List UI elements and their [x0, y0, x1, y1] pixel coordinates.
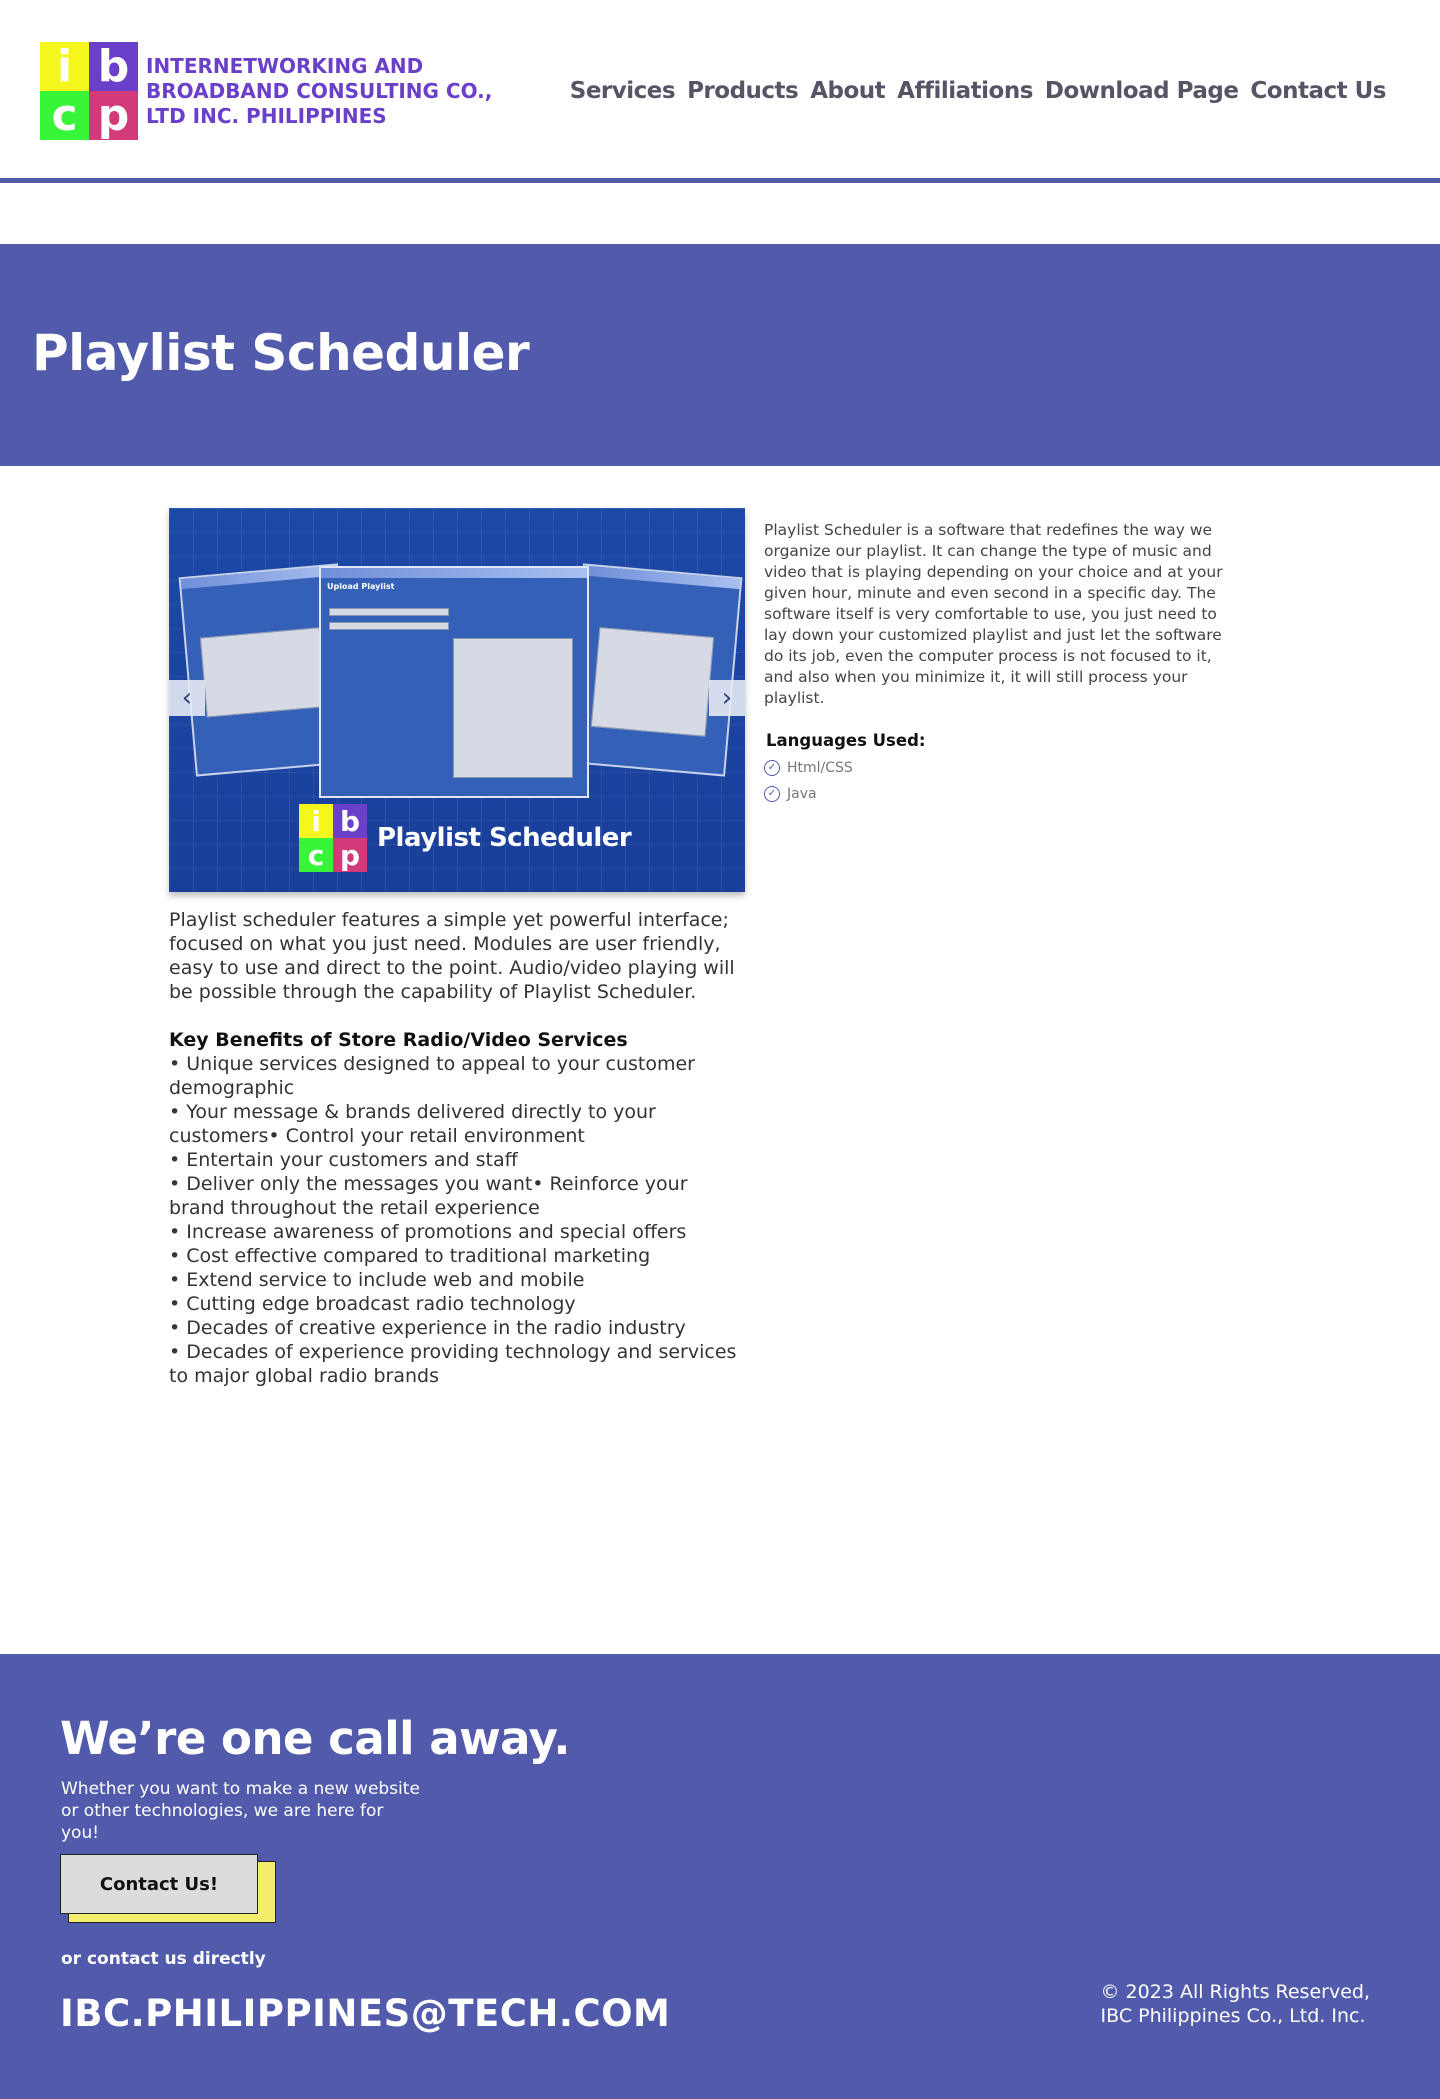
- footer-heading: We’re one call away.: [60, 1712, 570, 1765]
- product-description: Playlist scheduler features a simple yet…: [169, 908, 749, 1388]
- list-item: • Extend service to include web and mobi…: [169, 1269, 585, 1291]
- chevron-right-icon: ›: [721, 683, 733, 713]
- product-sidebar: Playlist Scheduler is a software that re…: [764, 520, 1224, 802]
- screenshot-window-right: [565, 563, 743, 777]
- logo-mark: i b c p: [40, 42, 138, 140]
- list-item: • Decades of experience providing techno…: [169, 1341, 737, 1387]
- logo-text-line: LTD INC. PHILIPPINES: [146, 103, 387, 128]
- site-footer: We’re one call away. Whether you want to…: [0, 1654, 1440, 2099]
- check-circle-icon: ✓: [764, 760, 780, 776]
- list-item: • Entertain your customers and staff: [169, 1149, 518, 1171]
- slide-logo: i b c p Playlist Scheduler: [299, 804, 632, 872]
- slide-logo-letter: c: [299, 838, 333, 872]
- chevron-left-icon: ‹: [181, 683, 193, 713]
- nav-products[interactable]: Products: [687, 78, 799, 104]
- check-circle-icon: ✓: [764, 786, 780, 802]
- language-label: Java: [787, 786, 817, 802]
- language-item: ✓ Html/CSS: [764, 760, 1224, 776]
- description-paragraph: Playlist scheduler features a simple yet…: [169, 909, 735, 1003]
- nav-services[interactable]: Services: [570, 78, 676, 104]
- slide-logo-letter: p: [333, 838, 367, 872]
- list-item: • Cutting edge broadcast radio technolog…: [169, 1293, 576, 1315]
- screenshot-window-center: Upload Playlist: [319, 566, 589, 798]
- copyright-line: © 2023 All Rights Reserved,: [1100, 1981, 1370, 2003]
- logo-letter-c: c: [40, 91, 89, 140]
- list-item: • Unique services designed to appeal to …: [169, 1053, 695, 1099]
- header-divider: [0, 178, 1440, 183]
- or-contact-directly: or contact us directly: [61, 1949, 266, 1969]
- logo-letter-p: p: [89, 91, 138, 140]
- languages-title: Languages Used:: [766, 731, 926, 750]
- page-hero-banner: Playlist Scheduler: [0, 244, 1440, 466]
- nav-affiliations[interactable]: Affiliations: [897, 78, 1033, 104]
- language-label: Html/CSS: [787, 760, 853, 776]
- key-benefits-title: Key Benefits of Store Radio/Video Servic…: [169, 1029, 628, 1051]
- slider-prev-button[interactable]: ‹: [169, 680, 205, 716]
- list-item: • Cost effective compared to traditional…: [169, 1245, 651, 1267]
- copyright: © 2023 All Rights Reserved, IBC Philippi…: [1101, 1980, 1370, 2028]
- window-title: Upload Playlist: [327, 582, 395, 591]
- key-benefits-list: • Unique services designed to appeal to …: [169, 1052, 749, 1388]
- footer-subtext: Whether you want to make a new website o…: [61, 1779, 420, 1843]
- product-intro: Playlist Scheduler is a software that re…: [764, 521, 1223, 707]
- page-title: Playlist Scheduler: [32, 324, 530, 382]
- list-item: • Deliver only the messages you want• Re…: [169, 1173, 688, 1219]
- slide-logo-letter: b: [333, 804, 367, 838]
- contact-email-link[interactable]: IBC.PHILIPPINES@TECH.COM: [60, 1992, 670, 2035]
- contact-us-button[interactable]: Contact Us!: [60, 1854, 258, 1914]
- nav-download-page[interactable]: Download Page: [1045, 78, 1239, 104]
- nav-about[interactable]: About: [810, 78, 885, 104]
- logo-text-line: INTERNETWORKING AND: [146, 53, 424, 78]
- main-nav: Services Products About Affiliations Dow…: [570, 78, 1387, 104]
- product-image-slider[interactable]: Upload Playlist i b c p Playlist Schedul…: [169, 508, 745, 892]
- logo-letter-b: b: [89, 42, 138, 91]
- slide-logo-mark: i b c p: [299, 804, 367, 872]
- list-item: • Increase awareness of promotions and s…: [169, 1221, 687, 1243]
- logo-company-name: INTERNETWORKING AND BROADBAND CONSULTING…: [146, 54, 492, 129]
- copyright-line: IBC Philippines Co., Ltd. Inc.: [1100, 2005, 1366, 2027]
- site-header: i b c p INTERNETWORKING AND BROADBAND CO…: [0, 0, 1440, 183]
- company-logo[interactable]: i b c p INTERNETWORKING AND BROADBAND CO…: [40, 42, 492, 140]
- language-item: ✓ Java: [764, 786, 1224, 802]
- list-item: • Decades of creative experience in the …: [169, 1317, 686, 1339]
- logo-letter-i: i: [40, 42, 89, 91]
- slide-logo-letter: i: [299, 804, 333, 838]
- slider-next-button[interactable]: ›: [709, 680, 745, 716]
- list-item: • Your message & brands delivered direct…: [169, 1101, 656, 1147]
- nav-contact-us[interactable]: Contact Us: [1250, 78, 1386, 104]
- logo-text-line: BROADBAND CONSULTING CO.,: [146, 78, 493, 103]
- slide-caption: Playlist Scheduler: [377, 823, 632, 853]
